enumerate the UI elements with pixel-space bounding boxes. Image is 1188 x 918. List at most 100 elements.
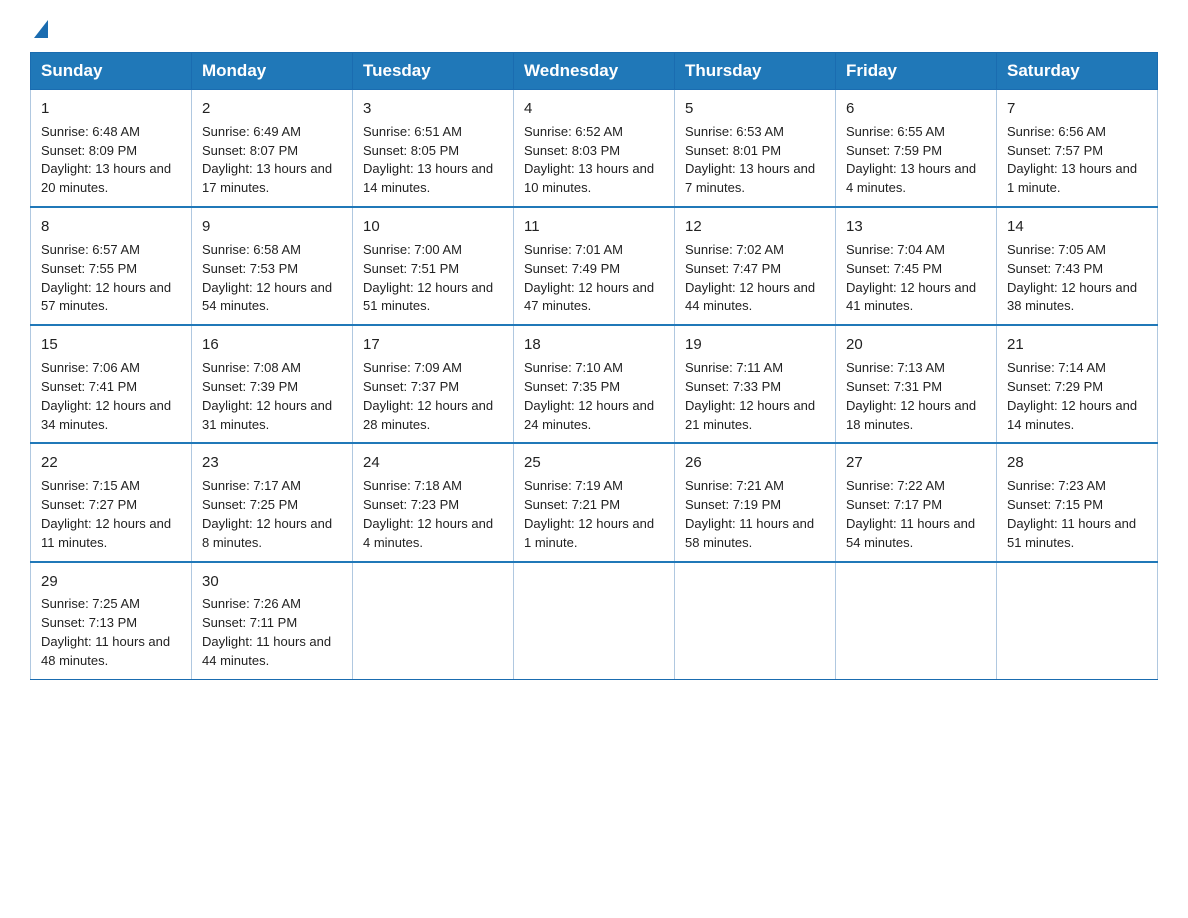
day-info: Sunrise: 7:23 AMSunset: 7:15 PMDaylight:… xyxy=(1007,477,1147,552)
calendar-cell: 13 Sunrise: 7:04 AMSunset: 7:45 PMDayligh… xyxy=(836,207,997,325)
calendar-header-row: SundayMondayTuesdayWednesdayThursdayFrid… xyxy=(31,53,1158,90)
calendar-cell: 24 Sunrise: 7:18 AMSunset: 7:23 PMDayligh… xyxy=(353,443,514,561)
day-info: Sunrise: 7:13 AMSunset: 7:31 PMDaylight:… xyxy=(846,359,986,434)
day-info: Sunrise: 6:55 AMSunset: 7:59 PMDaylight:… xyxy=(846,123,986,198)
day-of-week-monday: Monday xyxy=(192,53,353,90)
day-number: 15 xyxy=(41,334,181,356)
calendar-cell: 4Sunrise: 6:52 AMSunset: 8:03 PMDaylight… xyxy=(514,90,675,208)
day-number: 21 xyxy=(1007,334,1147,356)
day-number: 23 xyxy=(202,452,342,474)
day-info: Sunrise: 6:49 AMSunset: 8:07 PMDaylight:… xyxy=(202,123,342,198)
day-number: 20 xyxy=(846,334,986,356)
day-number: 3 xyxy=(363,98,503,120)
calendar-cell: 26 Sunrise: 7:21 AMSunset: 7:19 PMDayligh… xyxy=(675,443,836,561)
day-number: 26 xyxy=(685,452,825,474)
day-number: 22 xyxy=(41,452,181,474)
day-of-week-tuesday: Tuesday xyxy=(353,53,514,90)
day-number: 8 xyxy=(41,216,181,238)
calendar-cell: 28 Sunrise: 7:23 AMSunset: 7:15 PMDayligh… xyxy=(997,443,1158,561)
day-info: Sunrise: 6:57 AMSunset: 7:55 PMDaylight:… xyxy=(41,241,181,316)
calendar-cell: 22 Sunrise: 7:15 AMSunset: 7:27 PMDayligh… xyxy=(31,443,192,561)
calendar-cell: 8 Sunrise: 6:57 AMSunset: 7:55 PMDaylight… xyxy=(31,207,192,325)
day-info: Sunrise: 7:25 AMSunset: 7:13 PMDaylight:… xyxy=(41,595,181,670)
day-number: 17 xyxy=(363,334,503,356)
day-info: Sunrise: 7:06 AMSunset: 7:41 PMDaylight:… xyxy=(41,359,181,434)
day-number: 5 xyxy=(685,98,825,120)
logo-triangle-icon xyxy=(34,20,48,38)
day-number: 1 xyxy=(41,98,181,120)
day-info: Sunrise: 7:22 AMSunset: 7:17 PMDaylight:… xyxy=(846,477,986,552)
calendar-cell: 19 Sunrise: 7:11 AMSunset: 7:33 PMDayligh… xyxy=(675,325,836,443)
day-info: Sunrise: 7:15 AMSunset: 7:27 PMDaylight:… xyxy=(41,477,181,552)
calendar-cell: 16 Sunrise: 7:08 AMSunset: 7:39 PMDayligh… xyxy=(192,325,353,443)
day-info: Sunrise: 7:05 AMSunset: 7:43 PMDaylight:… xyxy=(1007,241,1147,316)
day-of-week-saturday: Saturday xyxy=(997,53,1158,90)
calendar-week-row: 1 Sunrise: 6:48 AMSunset: 8:09 PMDaylight… xyxy=(31,90,1158,208)
calendar-week-row: 22 Sunrise: 7:15 AMSunset: 7:27 PMDayligh… xyxy=(31,443,1158,561)
day-info: Sunrise: 7:14 AMSunset: 7:29 PMDaylight:… xyxy=(1007,359,1147,434)
day-number: 28 xyxy=(1007,452,1147,474)
day-number: 9 xyxy=(202,216,342,238)
day-number: 25 xyxy=(524,452,664,474)
day-info: Sunrise: 6:53 AMSunset: 8:01 PMDaylight:… xyxy=(685,123,825,198)
calendar-cell xyxy=(997,562,1158,680)
day-info: Sunrise: 7:17 AMSunset: 7:25 PMDaylight:… xyxy=(202,477,342,552)
calendar-cell: 18Sunrise: 7:10 AMSunset: 7:35 PMDayligh… xyxy=(514,325,675,443)
calendar-table: SundayMondayTuesdayWednesdayThursdayFrid… xyxy=(30,52,1158,680)
calendar-cell: 25 Sunrise: 7:19 AMSunset: 7:21 PMDayligh… xyxy=(514,443,675,561)
day-info: Sunrise: 7:26 AMSunset: 7:11 PMDaylight:… xyxy=(202,595,342,670)
logo-text xyxy=(30,20,48,38)
day-number: 18 xyxy=(524,334,664,356)
calendar-cell: 2Sunrise: 6:49 AMSunset: 8:07 PMDaylight… xyxy=(192,90,353,208)
day-info: Sunrise: 7:21 AMSunset: 7:19 PMDaylight:… xyxy=(685,477,825,552)
calendar-cell xyxy=(353,562,514,680)
calendar-cell: 11 Sunrise: 7:01 AMSunset: 7:49 PMDayligh… xyxy=(514,207,675,325)
day-info: Sunrise: 6:52 AMSunset: 8:03 PMDaylight:… xyxy=(524,123,664,198)
day-info: Sunrise: 7:00 AMSunset: 7:51 PMDaylight:… xyxy=(363,241,503,316)
calendar-week-row: 15 Sunrise: 7:06 AMSunset: 7:41 PMDayligh… xyxy=(31,325,1158,443)
day-info: Sunrise: 6:58 AMSunset: 7:53 PMDaylight:… xyxy=(202,241,342,316)
day-number: 10 xyxy=(363,216,503,238)
day-info: Sunrise: 7:18 AMSunset: 7:23 PMDaylight:… xyxy=(363,477,503,552)
calendar-cell: 20 Sunrise: 7:13 AMSunset: 7:31 PMDayligh… xyxy=(836,325,997,443)
day-of-week-wednesday: Wednesday xyxy=(514,53,675,90)
calendar-cell: 23 Sunrise: 7:17 AMSunset: 7:25 PMDayligh… xyxy=(192,443,353,561)
day-number: 29 xyxy=(41,571,181,593)
day-number: 16 xyxy=(202,334,342,356)
day-number: 7 xyxy=(1007,98,1147,120)
day-of-week-friday: Friday xyxy=(836,53,997,90)
day-info: Sunrise: 6:48 AMSunset: 8:09 PMDaylight:… xyxy=(41,123,181,198)
calendar-cell: 5 Sunrise: 6:53 AMSunset: 8:01 PMDaylight… xyxy=(675,90,836,208)
calendar-cell: 17Sunrise: 7:09 AMSunset: 7:37 PMDayligh… xyxy=(353,325,514,443)
day-number: 19 xyxy=(685,334,825,356)
day-info: Sunrise: 7:08 AMSunset: 7:39 PMDaylight:… xyxy=(202,359,342,434)
calendar-cell: 7 Sunrise: 6:56 AMSunset: 7:57 PMDaylight… xyxy=(997,90,1158,208)
day-info: Sunrise: 6:56 AMSunset: 7:57 PMDaylight:… xyxy=(1007,123,1147,198)
calendar-cell: 3Sunrise: 6:51 AMSunset: 8:05 PMDaylight… xyxy=(353,90,514,208)
calendar-cell xyxy=(836,562,997,680)
day-of-week-thursday: Thursday xyxy=(675,53,836,90)
calendar-cell: 30Sunrise: 7:26 AMSunset: 7:11 PMDayligh… xyxy=(192,562,353,680)
calendar-cell: 29Sunrise: 7:25 AMSunset: 7:13 PMDayligh… xyxy=(31,562,192,680)
day-number: 13 xyxy=(846,216,986,238)
day-number: 11 xyxy=(524,216,664,238)
page-header xyxy=(30,20,1158,34)
day-info: Sunrise: 7:19 AMSunset: 7:21 PMDaylight:… xyxy=(524,477,664,552)
calendar-cell: 6 Sunrise: 6:55 AMSunset: 7:59 PMDaylight… xyxy=(836,90,997,208)
day-info: Sunrise: 7:01 AMSunset: 7:49 PMDaylight:… xyxy=(524,241,664,316)
day-info: Sunrise: 7:11 AMSunset: 7:33 PMDaylight:… xyxy=(685,359,825,434)
calendar-cell: 27 Sunrise: 7:22 AMSunset: 7:17 PMDayligh… xyxy=(836,443,997,561)
day-number: 27 xyxy=(846,452,986,474)
calendar-week-row: 29Sunrise: 7:25 AMSunset: 7:13 PMDayligh… xyxy=(31,562,1158,680)
day-number: 12 xyxy=(685,216,825,238)
day-of-week-sunday: Sunday xyxy=(31,53,192,90)
calendar-cell: 9 Sunrise: 6:58 AMSunset: 7:53 PMDaylight… xyxy=(192,207,353,325)
day-info: Sunrise: 7:04 AMSunset: 7:45 PMDaylight:… xyxy=(846,241,986,316)
day-number: 30 xyxy=(202,571,342,593)
day-number: 24 xyxy=(363,452,503,474)
calendar-cell: 21 Sunrise: 7:14 AMSunset: 7:29 PMDayligh… xyxy=(997,325,1158,443)
logo xyxy=(30,20,48,34)
calendar-week-row: 8 Sunrise: 6:57 AMSunset: 7:55 PMDaylight… xyxy=(31,207,1158,325)
day-number: 6 xyxy=(846,98,986,120)
calendar-cell xyxy=(514,562,675,680)
